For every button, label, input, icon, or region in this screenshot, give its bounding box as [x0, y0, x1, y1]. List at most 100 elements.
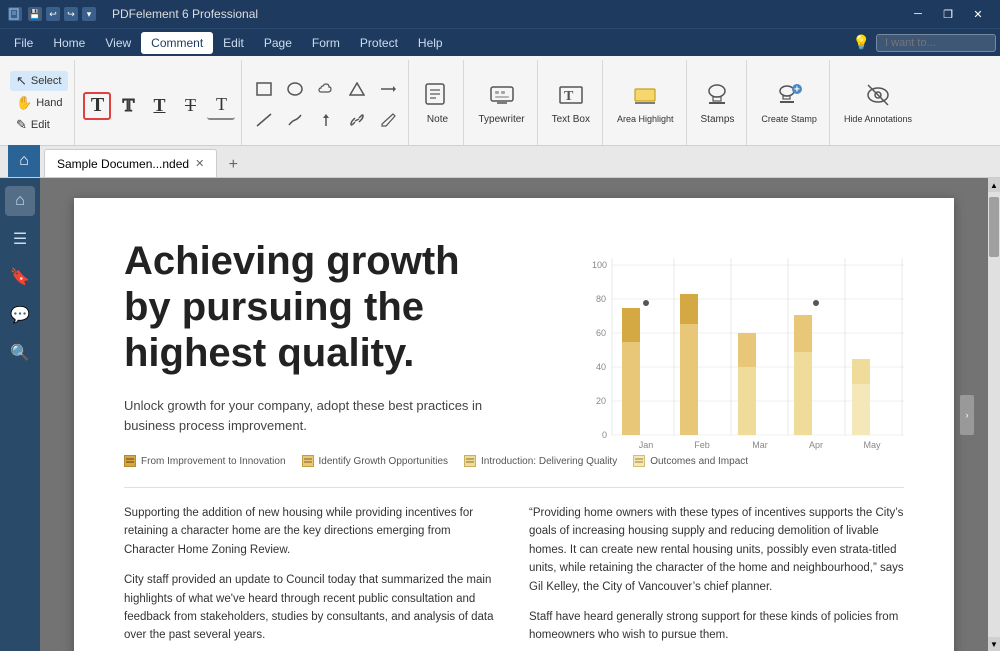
arrow-shape-button[interactable] [374, 75, 402, 103]
create-stamp-button[interactable]: + Create Stamp [755, 77, 823, 129]
ribbon-group-create-stamp: + Create Stamp [749, 60, 830, 145]
triangle-shape-button[interactable] [343, 75, 371, 103]
menu-home[interactable]: Home [43, 32, 95, 54]
menu-edit[interactable]: Edit [213, 32, 254, 54]
tab-bar: ⌂ Sample Documen...nded ✕ + [0, 146, 1000, 178]
menu-view[interactable]: View [95, 32, 141, 54]
legend-color-2 [302, 455, 314, 467]
typeface-outline-button[interactable]: T [114, 92, 142, 120]
cloud-shape-button[interactable] [312, 75, 340, 103]
svg-text:+: + [794, 84, 800, 95]
document-subtitle: Unlock growth for your company, adopt th… [124, 396, 484, 435]
select-tool[interactable]: ↖ Select [10, 71, 68, 91]
legend-item-1: From Improvement to Innovation [124, 455, 286, 467]
menu-form[interactable]: Form [302, 32, 350, 54]
ellipse-shape-button[interactable] [281, 75, 309, 103]
menu-file[interactable]: File [4, 32, 43, 54]
sidebar-layers-icon[interactable]: ☰ [5, 224, 35, 254]
hide-annotations-button[interactable]: Hide Annotations [838, 77, 918, 129]
scroll-track[interactable] [988, 192, 1000, 637]
typeface-bold-button[interactable]: T [83, 92, 111, 120]
menu-comment[interactable]: Comment [141, 32, 213, 54]
section-divider [124, 487, 904, 488]
close-button[interactable]: ✕ [964, 0, 992, 28]
svg-text:T: T [564, 89, 574, 104]
select-tools: ↖ Select ✋ Hand ✎ Edit [10, 60, 68, 145]
eraser-button[interactable] [374, 106, 402, 134]
undo-icon[interactable]: ↩ [46, 7, 60, 21]
typeface-underline-button[interactable]: T [145, 92, 173, 120]
typeface-strikethrough-button[interactable]: T [176, 92, 204, 120]
panel-collapse-arrow[interactable]: › [960, 395, 974, 435]
redo-icon[interactable]: ↪ [64, 7, 78, 21]
sidebar-bookmark-icon[interactable]: 🔖 [5, 262, 35, 292]
minimize-button[interactable]: ─ [904, 0, 932, 28]
legend-color-3 [464, 455, 476, 467]
stamps-icon [703, 81, 731, 112]
note-icon [423, 81, 451, 112]
ribbon-group-typewriter: Typewriter [466, 60, 537, 145]
lightbulb-icon: 💡 [853, 34, 870, 51]
customize-icon[interactable]: ▾ [82, 7, 96, 21]
tab-close-button[interactable]: ✕ [195, 157, 204, 170]
typeface-sub-button[interactable]: T [207, 92, 235, 120]
restore-button[interactable]: ❐ [934, 0, 962, 28]
svg-text:Mar: Mar [752, 440, 768, 450]
sidebar-search-icon[interactable]: 🔍 [5, 338, 35, 368]
document-area: Achieving growth by pursuing the highest… [40, 178, 988, 651]
create-stamp-label: Create Stamp [761, 114, 817, 125]
window-controls: ─ ❐ ✕ [904, 0, 992, 28]
menu-protect[interactable]: Protect [350, 32, 408, 54]
textbox-button[interactable]: T Text Box [546, 77, 596, 129]
sidebar-comment-icon[interactable]: 💬 [5, 300, 35, 330]
right-scrollbar[interactable]: ▲ ▼ [988, 178, 1000, 651]
hide-annotations-items: Hide Annotations [838, 60, 918, 145]
ribbon: ↖ Select ✋ Hand ✎ Edit T T T T [0, 56, 1000, 146]
note-button[interactable]: Note [417, 77, 457, 129]
help-search-input[interactable] [876, 34, 996, 52]
create-stamp-items: + Create Stamp [755, 60, 823, 145]
link-button[interactable] [343, 106, 371, 134]
svg-text:0: 0 [602, 430, 607, 440]
typewriter-button[interactable]: Typewriter [472, 77, 530, 129]
svg-text:20: 20 [596, 396, 606, 406]
col2-para2: Staff have heard generally strong suppor… [529, 608, 904, 645]
note-items: Note [417, 60, 457, 145]
new-tab-button[interactable]: + [221, 153, 245, 177]
svg-text:100: 100 [592, 260, 607, 270]
up-arrow-button[interactable] [312, 106, 340, 134]
edit-tool[interactable]: ✎ Edit [10, 115, 68, 135]
ribbon-group-select: ↖ Select ✋ Hand ✎ Edit [4, 60, 75, 145]
menu-help[interactable]: Help [408, 32, 453, 54]
hand-icon: ✋ [16, 95, 32, 111]
rect-shape-button[interactable] [250, 75, 278, 103]
stamps-button[interactable]: Stamps [695, 77, 741, 129]
highlight-label: Area Highlight [617, 114, 674, 125]
highlight-button[interactable]: Area Highlight [611, 77, 680, 129]
sidebar-home-icon[interactable]: ⌂ [5, 186, 35, 216]
title-bar-left: 💾 ↩ ↪ ▾ PDFelement 6 Professional [8, 7, 258, 21]
textbox-label: Text Box [552, 114, 590, 125]
pen-tool-button[interactable] [281, 106, 309, 134]
ribbon-group-shapes [244, 60, 409, 145]
col2-para1: “Providing home owners with these types … [529, 504, 904, 596]
document-tab[interactable]: Sample Documen...nded ✕ [44, 149, 217, 177]
line-tool-button[interactable] [250, 106, 278, 134]
ribbon-group-stamps: Stamps [689, 60, 748, 145]
save-icon[interactable]: 💾 [28, 7, 42, 21]
hand-tool[interactable]: ✋ Hand [10, 93, 68, 113]
home-tab-button[interactable]: ⌂ [8, 145, 40, 177]
svg-text:Jan: Jan [639, 440, 654, 450]
svg-text:40: 40 [596, 362, 606, 372]
textbox-items: T Text Box [546, 60, 596, 145]
scroll-thumb[interactable] [989, 197, 999, 257]
textbox-icon: T [557, 81, 585, 112]
menu-page[interactable]: Page [254, 32, 302, 54]
scroll-up-arrow[interactable]: ▲ [988, 178, 1000, 192]
ribbon-group-textbox: T Text Box [540, 60, 603, 145]
svg-text:60: 60 [596, 328, 606, 338]
ribbon-group-highlight: Area Highlight [605, 60, 687, 145]
typewriter-items: Typewriter [472, 60, 530, 145]
legend-item-2: Identify Growth Opportunities [302, 455, 449, 467]
scroll-down-arrow[interactable]: ▼ [988, 637, 1000, 651]
